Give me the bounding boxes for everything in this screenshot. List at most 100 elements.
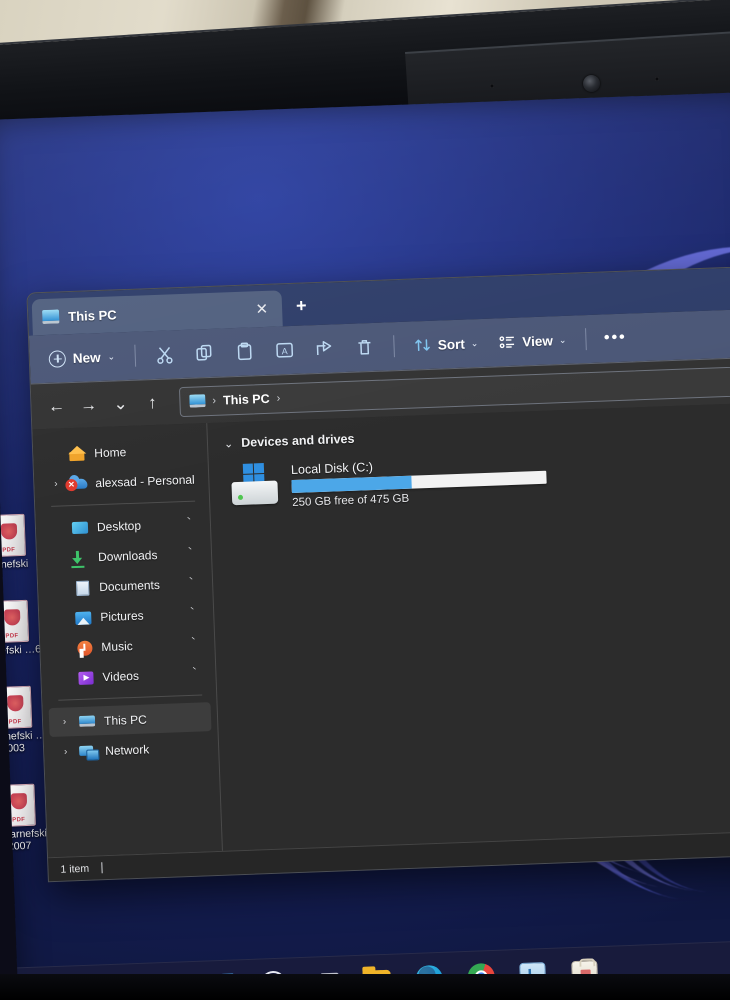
close-icon[interactable]: ✕ (251, 299, 272, 319)
desktop-icon (71, 521, 89, 534)
pdf-file-icon (0, 513, 26, 558)
drive-item-local-disk-c[interactable]: Local Disk (C:) 250 GB free of 475 GB (225, 444, 730, 512)
new-button[interactable]: New ⌄ (39, 343, 124, 373)
sidebar-item-this-pc[interactable]: › This PC (48, 702, 212, 738)
pin-icon[interactable]: ᐨ (186, 663, 205, 682)
breadcrumb-separator: › (212, 394, 217, 407)
videos-icon (78, 670, 94, 685)
monitor-icon (42, 309, 60, 325)
pin-icon[interactable]: ᐨ (185, 633, 204, 652)
sort-label: Sort (437, 336, 466, 353)
pin-icon[interactable]: ᐨ (184, 603, 203, 622)
sidebar-item-label: Videos (102, 668, 140, 684)
recent-locations-button[interactable]: ⌄ (105, 388, 136, 419)
sort-icon (415, 339, 431, 352)
expander[interactable]: › (60, 746, 71, 757)
tab-label: This PC (67, 306, 117, 324)
view-label: View (522, 332, 554, 349)
breadcrumb-separator-2[interactable]: › (276, 392, 280, 404)
devices-and-drives-group[interactable]: ⌄ Devices and drives (224, 416, 730, 451)
breadcrumb-this-pc[interactable]: This PC (223, 391, 270, 407)
chevron-down-icon: ⌄ (107, 350, 116, 362)
microphone-dot-right (655, 77, 659, 81)
pdf-file-icon (0, 783, 36, 827)
expander[interactable]: › (50, 478, 61, 490)
drive-capacity-fill (291, 475, 412, 494)
sidebar-item-pictures[interactable]: Pictures ᐨ (45, 598, 208, 633)
sidebar-item-onedrive[interactable]: › ✕ alexsad - Personal (40, 464, 203, 499)
sidebar-item-videos[interactable]: Videos ᐨ (47, 658, 210, 693)
onedrive-icon: ✕ (65, 474, 88, 493)
item-count: 1 item (60, 862, 90, 876)
sidebar-item-label: Home (94, 444, 127, 460)
view-icon (499, 336, 514, 349)
cut-icon (157, 346, 173, 364)
group-title: Devices and drives (240, 431, 355, 450)
pictures-icon (75, 610, 92, 625)
downloads-icon (75, 550, 80, 560)
content-pane: ⌄ Devices and drives Local Disk (C:) 250… (207, 402, 730, 851)
status-separator (100, 862, 103, 874)
sidebar-item-documents[interactable]: Documents ᐨ (44, 568, 207, 603)
this-pc-icon (189, 394, 206, 408)
delete-icon (358, 339, 371, 355)
sidebar-divider-2 (58, 694, 203, 701)
toolbar-divider-2 (393, 335, 396, 358)
sidebar-item-label: Pictures (100, 608, 144, 624)
sidebar-item-label: Desktop (96, 518, 142, 534)
delete-button[interactable] (346, 330, 383, 365)
pdf-file-icon (0, 599, 30, 644)
hard-drive-icon (231, 463, 281, 507)
sidebar-item-home[interactable]: Home (39, 434, 202, 469)
this-pc-icon (78, 714, 96, 727)
pin-icon[interactable]: ᐨ (183, 573, 202, 592)
rename-icon: A (276, 342, 294, 358)
toolbar-divider-3 (584, 328, 587, 351)
sort-button[interactable]: Sort ⌄ (405, 329, 487, 360)
laptop-base (0, 974, 730, 1000)
copy-icon (196, 344, 212, 361)
share-icon (317, 341, 332, 356)
chevron-down-icon: ⌄ (558, 334, 567, 345)
back-button[interactable]: ← (41, 391, 72, 422)
see-more-button[interactable]: ••• (597, 320, 634, 355)
chevron-down-icon[interactable]: ⌄ (224, 437, 234, 450)
view-button[interactable]: View ⌄ (490, 326, 575, 357)
sidebar-item-label: Downloads (97, 547, 158, 564)
sidebar-item-label: Music (101, 638, 133, 654)
paste-icon (238, 342, 252, 361)
chevron-down-icon: ⌄ (470, 337, 479, 348)
copy-button[interactable] (186, 335, 223, 370)
sidebar-item-desktop[interactable]: Desktop ᐨ (41, 508, 204, 543)
file-explorer-window: This PC ✕ + New ⌄ A Sort ⌄ View ⌄ ••• ← … (26, 264, 730, 883)
pin-icon[interactable]: ᐨ (181, 513, 200, 532)
desktop-icon-label: …Garnefski 2007 (0, 827, 48, 853)
sidebar-item-label: alexsad - Personal (95, 472, 195, 490)
cut-button[interactable] (146, 337, 183, 372)
error-badge: ✕ (65, 478, 78, 491)
sidebar-item-label: Network (104, 741, 150, 758)
share-button[interactable] (306, 331, 343, 366)
home-icon (68, 444, 87, 463)
rename-button[interactable]: A (266, 333, 303, 368)
sidebar-item-label: Documents (98, 577, 161, 594)
sidebar-item-network[interactable]: › Network (50, 732, 213, 767)
pdf-file-icon (0, 685, 33, 729)
sidebar-item-label: This PC (103, 712, 148, 728)
explorer-body: Home › ✕ alexsad - Personal Desktop ᐨ Do… (32, 401, 730, 858)
navigation-pane: Home › ✕ alexsad - Personal Desktop ᐨ Do… (32, 423, 223, 858)
new-tab-button[interactable]: + (296, 295, 307, 316)
expander[interactable]: › (59, 716, 70, 727)
music-icon (77, 639, 93, 656)
new-button-label: New (72, 349, 101, 366)
sidebar-item-music[interactable]: Music ᐨ (46, 628, 209, 663)
up-button[interactable]: ↑ (137, 387, 168, 418)
ellipsis-icon: ••• (603, 328, 628, 347)
network-icon (78, 744, 94, 756)
sidebar-item-downloads[interactable]: Downloads ᐨ (43, 538, 206, 573)
photo-scene: …nefski …nefski …6 …arnefski …003 …Garne… (0, 0, 730, 1000)
forward-button[interactable]: → (73, 389, 104, 420)
pin-icon[interactable]: ᐨ (182, 543, 201, 562)
toolbar-divider (134, 344, 137, 367)
paste-button[interactable] (226, 334, 263, 369)
